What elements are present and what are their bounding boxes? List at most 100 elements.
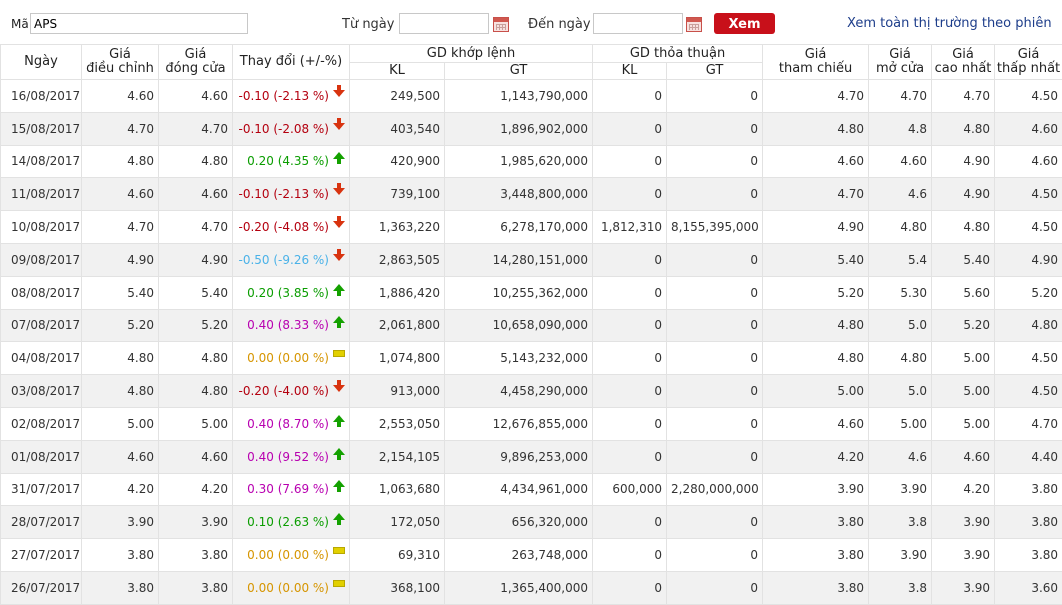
col-high-price: Giácao nhất [932, 45, 995, 80]
stock-code-input[interactable] [30, 13, 248, 34]
col-change: Thay đổi (+/-%) [233, 45, 350, 80]
cell-adjusted-price: 4.60 [82, 178, 159, 211]
cell-high-price: 5.20 [932, 309, 995, 342]
cell-agreed-value: 0 [667, 571, 763, 604]
arrow-up-icon [333, 513, 345, 520]
cell-matched-volume: 2,863,505 [350, 243, 445, 276]
cell-agreed-volume: 0 [593, 309, 667, 342]
cell-agreed-volume: 0 [593, 243, 667, 276]
cell-adjusted-price: 3.90 [82, 506, 159, 539]
cell-matched-value: 1,365,400,000 [445, 571, 593, 604]
cell-matched-value: 263,748,000 [445, 539, 593, 572]
market-session-link[interactable]: Xem toàn thị trường theo phiên [847, 16, 1052, 31]
cell-reference-price: 4.20 [763, 440, 869, 473]
cell-adjusted-price: 5.40 [82, 276, 159, 309]
cell-matched-value: 1,985,620,000 [445, 145, 593, 178]
table-row: 16/08/20174.604.60-0.10 (-2.13 %)249,500… [1, 80, 1062, 113]
cell-change: 0.10 (2.63 %) [233, 506, 350, 539]
cell-agreed-value: 2,280,000,000 [667, 473, 763, 506]
change-value: 0.10 (2.63 %) [247, 515, 329, 529]
cell-date: 26/07/2017 [1, 571, 82, 604]
price-history-table: Ngày Giáđiều chỉnh Giáđóng cửa Thay đổi … [0, 44, 1062, 605]
change-value: -0.10 (-2.13 %) [239, 187, 330, 201]
cell-agreed-value: 0 [667, 407, 763, 440]
col-group-matched: GD khớp lệnh [350, 45, 593, 63]
change-value: 0.30 (7.69 %) [247, 482, 329, 496]
cell-change: 0.30 (7.69 %) [233, 473, 350, 506]
cell-open-price: 5.30 [869, 276, 932, 309]
arrow-down-icon [333, 90, 345, 97]
cell-reference-price: 3.80 [763, 539, 869, 572]
cell-open-price: 3.8 [869, 571, 932, 604]
table-row: 10/08/20174.704.70-0.20 (-4.08 %)1,363,2… [1, 211, 1062, 244]
cell-matched-value: 10,658,090,000 [445, 309, 593, 342]
cell-date: 02/08/2017 [1, 407, 82, 440]
to-date-input[interactable] [593, 13, 683, 34]
cell-close-price: 4.80 [159, 342, 233, 375]
col-low-price: Giáthấp nhất [995, 45, 1062, 80]
cell-change: -0.10 (-2.13 %) [233, 178, 350, 211]
cell-matched-volume: 1,074,800 [350, 342, 445, 375]
cell-low-price: 4.60 [995, 145, 1062, 178]
table-row: 01/08/20174.604.600.40 (9.52 %)2,154,105… [1, 440, 1062, 473]
cell-close-price: 4.70 [159, 211, 233, 244]
cell-reference-price: 4.90 [763, 211, 869, 244]
cell-high-price: 4.20 [932, 473, 995, 506]
cell-matched-volume: 1,886,420 [350, 276, 445, 309]
cell-agreed-volume: 0 [593, 342, 667, 375]
to-calendar-icon[interactable] [686, 17, 702, 32]
cell-reference-price: 5.20 [763, 276, 869, 309]
cell-low-price: 4.60 [995, 112, 1062, 145]
cell-close-price: 4.60 [159, 440, 233, 473]
cell-matched-value: 4,458,290,000 [445, 375, 593, 408]
cell-close-price: 4.60 [159, 80, 233, 113]
cell-high-price: 5.00 [932, 407, 995, 440]
cell-adjusted-price: 4.60 [82, 440, 159, 473]
change-value: 0.00 (0.00 %) [247, 548, 329, 562]
change-value: -0.10 (-2.08 %) [239, 122, 330, 136]
cell-adjusted-price: 4.70 [82, 112, 159, 145]
cell-low-price: 4.50 [995, 80, 1062, 113]
cell-date: 14/08/2017 [1, 145, 82, 178]
from-date-input[interactable] [399, 13, 489, 34]
cell-close-price: 4.20 [159, 473, 233, 506]
cell-high-price: 5.60 [932, 276, 995, 309]
change-value: 0.20 (4.35 %) [247, 154, 329, 168]
cell-agreed-volume: 0 [593, 178, 667, 211]
table-row: 09/08/20174.904.90-0.50 (-9.26 %)2,863,5… [1, 243, 1062, 276]
cell-low-price: 4.70 [995, 407, 1062, 440]
cell-reference-price: 5.40 [763, 243, 869, 276]
col-matched-volume: KL [350, 63, 445, 80]
cell-low-price: 4.50 [995, 342, 1062, 375]
cell-high-price: 4.80 [932, 112, 995, 145]
table-row: 14/08/20174.804.800.20 (4.35 %)420,9001,… [1, 145, 1062, 178]
cell-change: 0.00 (0.00 %) [233, 539, 350, 572]
cell-date: 10/08/2017 [1, 211, 82, 244]
cell-change: 0.00 (0.00 %) [233, 571, 350, 604]
from-calendar-icon[interactable] [493, 17, 509, 32]
cell-adjusted-price: 4.80 [82, 145, 159, 178]
cell-agreed-value: 0 [667, 80, 763, 113]
col-open-price: Giámở cửa [869, 45, 932, 80]
table-row: 04/08/20174.804.800.00 (0.00 %)1,074,800… [1, 342, 1062, 375]
view-button[interactable]: Xem [714, 13, 775, 34]
cell-reference-price: 4.70 [763, 178, 869, 211]
cell-open-price: 3.90 [869, 473, 932, 506]
col-reference-price: Giátham chiếu [763, 45, 869, 80]
flat-bar-icon [333, 350, 345, 357]
col-matched-value: GT [445, 63, 593, 80]
cell-matched-value: 656,320,000 [445, 506, 593, 539]
cell-matched-volume: 913,000 [350, 375, 445, 408]
cell-agreed-volume: 0 [593, 112, 667, 145]
cell-agreed-value: 0 [667, 112, 763, 145]
cell-low-price: 4.40 [995, 440, 1062, 473]
cell-date: 31/07/2017 [1, 473, 82, 506]
cell-agreed-value: 0 [667, 539, 763, 572]
cell-reference-price: 3.80 [763, 506, 869, 539]
cell-low-price: 4.50 [995, 375, 1062, 408]
cell-change: 0.40 (8.33 %) [233, 309, 350, 342]
cell-close-price: 5.40 [159, 276, 233, 309]
cell-agreed-volume: 0 [593, 80, 667, 113]
cell-date: 15/08/2017 [1, 112, 82, 145]
filter-toolbar: Mã Từ ngày Đến ngày Xem Xem toàn thị trư… [0, 0, 1062, 44]
